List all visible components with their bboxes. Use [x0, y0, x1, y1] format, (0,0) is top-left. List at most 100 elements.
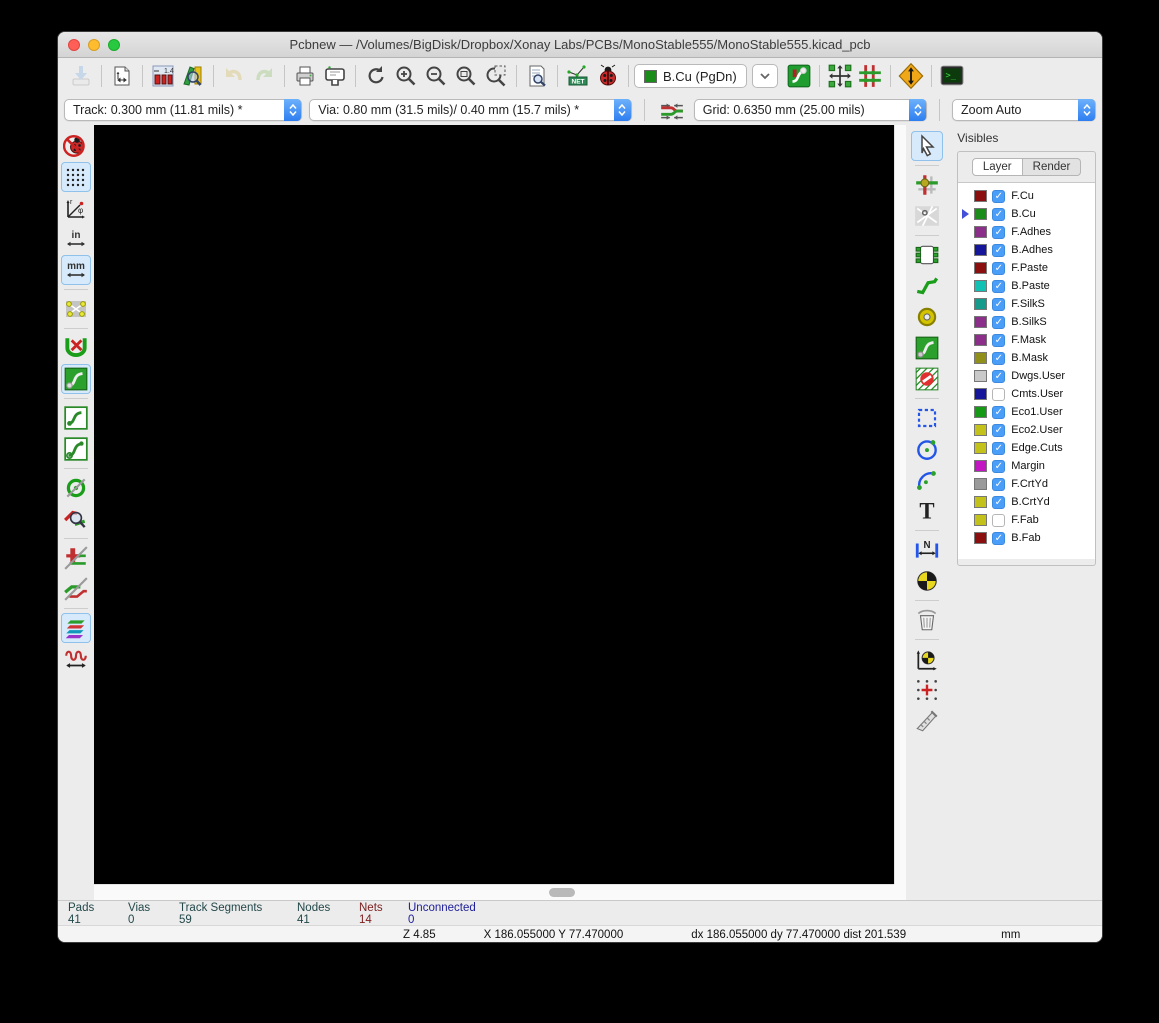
layer-color-swatch[interactable]: [974, 262, 987, 274]
layer-color-swatch[interactable]: [974, 388, 987, 400]
units-inches-button[interactable]: in: [61, 224, 91, 254]
tab-render[interactable]: Render: [1023, 158, 1082, 176]
layer-visibility-checkbox[interactable]: ✓: [992, 496, 1005, 509]
design-rules-button[interactable]: 1.4: [148, 62, 178, 90]
layer-row[interactable]: ✓B.SilkS: [960, 313, 1095, 331]
local-ratsnest-tool-button[interactable]: [911, 201, 943, 231]
grid-dropdown[interactable]: Grid: 0.6350 mm (25.00 mils): [694, 99, 927, 121]
layer-visibility-checkbox[interactable]: ✓: [992, 316, 1005, 329]
print-button[interactable]: [290, 62, 320, 90]
measure-tool-button[interactable]: [911, 706, 943, 736]
delete-tool-button[interactable]: [911, 605, 943, 635]
microwave-tools-button[interactable]: [61, 644, 91, 674]
high-contrast-button[interactable]: [61, 613, 91, 643]
layer-row[interactable]: ✓B.Adhes: [960, 241, 1095, 259]
pcb-canvas[interactable]: [94, 125, 894, 884]
layer-color-swatch[interactable]: [974, 406, 987, 418]
scripting-console-button[interactable]: >_: [937, 62, 967, 90]
add-dimension-tool-button[interactable]: N: [911, 535, 943, 565]
layer-visibility-checkbox[interactable]: ✓: [992, 460, 1005, 473]
layer-row[interactable]: ✓B.Mask: [960, 349, 1095, 367]
tracks-sketch-button[interactable]: [61, 574, 91, 604]
layer-row[interactable]: ✓Margin: [960, 457, 1095, 475]
layer-color-swatch[interactable]: [974, 280, 987, 292]
layer-visibility-checkbox[interactable]: ✓: [992, 478, 1005, 491]
general-ratsnest-button[interactable]: [61, 333, 91, 363]
route-mode-button[interactable]: [855, 62, 885, 90]
layer-color-swatch[interactable]: [974, 532, 987, 544]
auto-track-width-button[interactable]: [657, 96, 687, 124]
via-dimensions-button[interactable]: [896, 62, 926, 90]
drill-origin-tool-button[interactable]: [911, 644, 943, 674]
add-circle-tool-button[interactable]: [911, 434, 943, 464]
grid-origin-tool-button[interactable]: [911, 675, 943, 705]
layer-row[interactable]: F.Fab: [960, 511, 1095, 529]
module-ratsnest-button[interactable]: [61, 364, 91, 394]
footprint-editor-button[interactable]: [178, 62, 208, 90]
redo-button[interactable]: [249, 62, 279, 90]
layer-visibility-checkbox[interactable]: ✓: [992, 226, 1005, 239]
layer-color-swatch[interactable]: [974, 334, 987, 346]
drc-button[interactable]: [593, 62, 623, 90]
layer-color-swatch[interactable]: [974, 496, 987, 508]
layer-row[interactable]: ✓F.Paste: [960, 259, 1095, 277]
layer-row[interactable]: ✓B.Fab: [960, 529, 1095, 547]
layer-visibility-checkbox[interactable]: ✓: [992, 208, 1005, 221]
layer-visibility-checkbox[interactable]: ✓: [992, 280, 1005, 293]
layer-row[interactable]: ✓F.CrtYd: [960, 475, 1095, 493]
layer-color-swatch[interactable]: [974, 460, 987, 472]
layer-row[interactable]: ✓B.Paste: [960, 277, 1095, 295]
add-arc-tool-button[interactable]: [911, 465, 943, 495]
vias-sketch-button[interactable]: [61, 473, 91, 503]
layer-row[interactable]: ✓F.Mask: [960, 331, 1095, 349]
layer-color-swatch[interactable]: [974, 244, 987, 256]
save-button[interactable]: [66, 62, 96, 90]
add-text-tool-button[interactable]: T: [911, 496, 943, 526]
layer-visibility-checkbox[interactable]: ✓: [992, 370, 1005, 383]
add-via-tool-button[interactable]: [911, 302, 943, 332]
pads-sketch-button[interactable]: [61, 543, 91, 573]
layer-row[interactable]: ✓F.Cu: [960, 187, 1095, 205]
zoom-selection-button[interactable]: [481, 62, 511, 90]
layer-visibility-checkbox[interactable]: ✓: [992, 334, 1005, 347]
layer-row[interactable]: ✓Dwgs.User: [960, 367, 1095, 385]
add-footprint-tool-button[interactable]: [911, 240, 943, 270]
layer-visibility-checkbox[interactable]: ✓: [992, 352, 1005, 365]
zoom-fit-button[interactable]: [451, 62, 481, 90]
zoom-out-button[interactable]: [421, 62, 451, 90]
layer-color-swatch[interactable]: [974, 442, 987, 454]
polar-coords-button[interactable]: rφ: [61, 193, 91, 223]
show-grid-button[interactable]: [61, 162, 91, 192]
layer-color-swatch[interactable]: [974, 478, 987, 490]
zoom-in-button[interactable]: [391, 62, 421, 90]
plot-button[interactable]: [320, 62, 350, 90]
layer-row[interactable]: ✓Eco1.User: [960, 403, 1095, 421]
horizontal-scrollbar-thumb[interactable]: [549, 888, 575, 897]
redraw-button[interactable]: [361, 62, 391, 90]
layer-row[interactable]: ✓Edge.Cuts: [960, 439, 1095, 457]
layer-visibility-checkbox[interactable]: ✓: [992, 532, 1005, 545]
title-bar[interactable]: Pcbnew — /Volumes/BigDisk/Dropbox/Xonay …: [58, 32, 1102, 58]
layer-color-swatch[interactable]: [974, 190, 987, 202]
zoom-dropdown[interactable]: Zoom Auto: [952, 99, 1096, 121]
add-line-tool-button[interactable]: [911, 403, 943, 433]
layer-color-swatch[interactable]: [974, 316, 987, 328]
layer-color-swatch[interactable]: [974, 370, 987, 382]
add-target-tool-button[interactable]: [911, 566, 943, 596]
layer-color-swatch[interactable]: [974, 298, 987, 310]
layer-visibility-checkbox[interactable]: ✓: [992, 406, 1005, 419]
layer-color-swatch[interactable]: [974, 208, 987, 220]
layer-visibility-checkbox[interactable]: ✓: [992, 442, 1005, 455]
layer-row[interactable]: ✓F.SilkS: [960, 295, 1095, 313]
layer-color-swatch[interactable]: [974, 424, 987, 436]
units-mm-button[interactable]: mm: [61, 255, 91, 285]
layer-color-swatch[interactable]: [974, 226, 987, 238]
layer-visibility-checkbox[interactable]: [992, 514, 1005, 527]
layer-selector-dropdown[interactable]: B.Cu (PgDn): [634, 64, 747, 88]
add-zone-tool-button[interactable]: [911, 333, 943, 363]
auto-delete-tracks-button[interactable]: [61, 403, 91, 433]
show-zones-button[interactable]: [61, 434, 91, 464]
add-track-tool-button[interactable]: [911, 271, 943, 301]
layer-visibility-checkbox[interactable]: ✓: [992, 424, 1005, 437]
layer-row[interactable]: ✓F.Adhes: [960, 223, 1095, 241]
